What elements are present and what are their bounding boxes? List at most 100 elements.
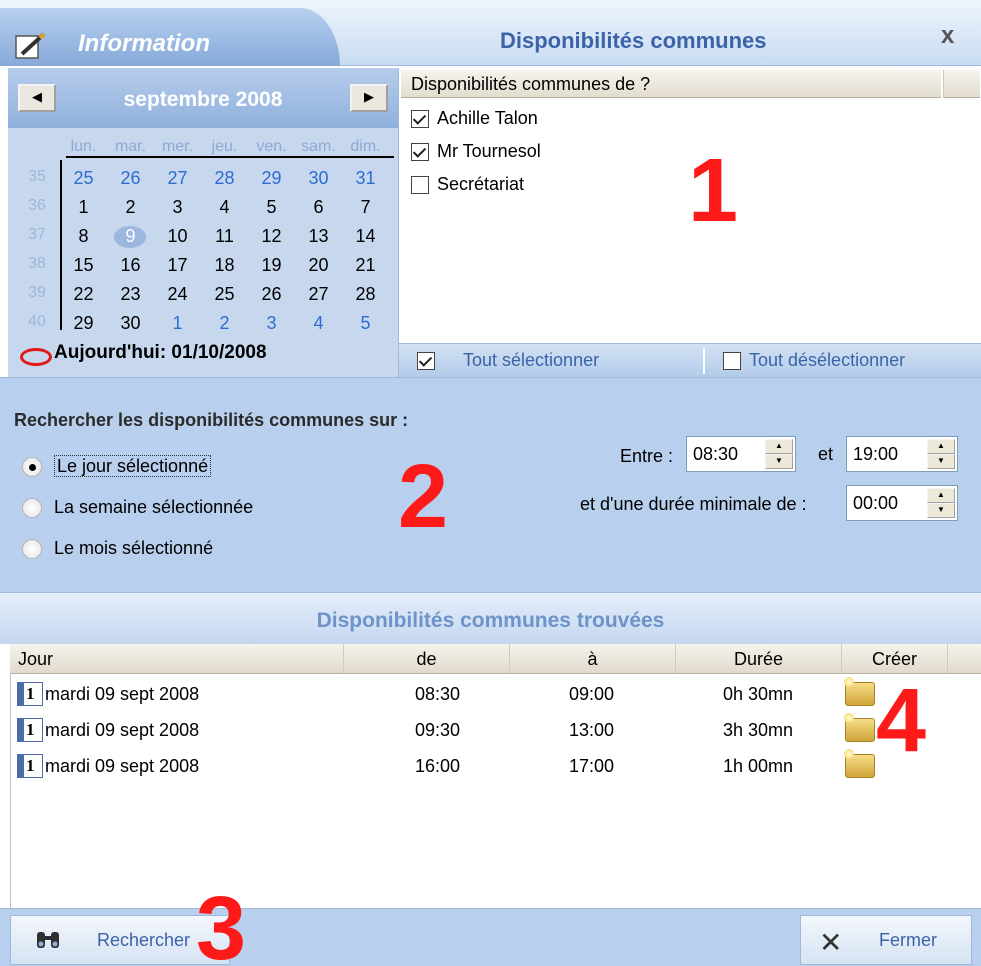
calendar-day[interactable]: 25	[207, 284, 242, 305]
binoculars-icon	[37, 932, 59, 948]
table-row[interactable]: 1 mardi 09 sept 2008 08:30 09:00 0h 30mn	[11, 677, 981, 714]
close-icon: ✕	[819, 927, 843, 958]
calendar-day[interactable]: 31	[348, 168, 383, 189]
calendar-day[interactable]: 16	[113, 255, 148, 276]
calendar-day[interactable]: 1	[66, 197, 101, 218]
calendar-day[interactable]: 5	[348, 313, 383, 334]
create-event-icon[interactable]	[844, 677, 875, 706]
calendar-day[interactable]: 15	[66, 255, 101, 276]
participant-checkbox[interactable]	[411, 176, 429, 195]
radio-week[interactable]: La semaine sélectionnée	[22, 497, 254, 519]
days-of-week-row: lun. mar. mer. jeu. ven. sam. dim.	[8, 138, 398, 168]
calendar-day[interactable]: 29	[254, 168, 289, 189]
column-header-duree[interactable]: Durée	[676, 644, 842, 674]
calendar-day[interactable]: 14	[348, 226, 383, 247]
calendar-day[interactable]: 28	[207, 168, 242, 189]
calendar-icon: 1	[17, 754, 43, 778]
window-title: Disponibilités communes	[500, 28, 767, 53]
spin-down-icon[interactable]: ▼	[765, 454, 793, 469]
calendar-day[interactable]: 27	[160, 168, 195, 189]
calendar-day[interactable]: 18	[207, 255, 242, 276]
calendar-day[interactable]: 21	[348, 255, 383, 276]
calendar-day[interactable]: 12	[254, 226, 289, 247]
participant-checkbox[interactable]	[411, 110, 429, 129]
calendar-day[interactable]: 7	[348, 197, 383, 218]
calendar-day[interactable]: 19	[254, 255, 289, 276]
calendar-day[interactable]: 30	[113, 313, 148, 334]
dow-label: mar.	[114, 138, 147, 155]
select-all-button[interactable]: Tout sélectionner	[417, 350, 599, 371]
participant-item[interactable]: Achille Talon	[411, 108, 538, 134]
calendar-day[interactable]: 11	[207, 226, 242, 247]
calendar-day[interactable]: 8	[66, 226, 101, 247]
calendar-day[interactable]: 4	[301, 313, 336, 334]
calendar-day[interactable]: 2	[113, 197, 148, 218]
participant-checkbox[interactable]	[411, 143, 429, 162]
calendar-day[interactable]: 26	[254, 284, 289, 305]
calendar-day[interactable]: 1	[160, 313, 195, 334]
today-row[interactable]: Aujourd'hui: 01/10/2008	[8, 340, 398, 370]
between-label: Entre :	[620, 446, 674, 466]
calendar-day[interactable]: 25	[66, 168, 101, 189]
radio-day[interactable]: Le jour sélectionné	[22, 455, 212, 478]
column-header-creer[interactable]: Créer	[842, 644, 948, 674]
column-header-de[interactable]: de	[344, 644, 510, 674]
prev-month-button[interactable]: ◀	[18, 84, 56, 112]
start-time-spinner[interactable]: 08:30 ▲ ▼	[686, 436, 796, 472]
participant-item[interactable]: Mr Tournesol	[411, 141, 541, 167]
annotation-number: 3	[196, 879, 247, 966]
calendar-day[interactable]: 2	[207, 313, 242, 334]
create-event-icon[interactable]	[844, 749, 875, 778]
calendar-day[interactable]: 29	[66, 313, 101, 334]
spin-up-icon[interactable]: ▲	[927, 439, 955, 454]
tab-information[interactable]: Information	[0, 8, 340, 66]
table-row[interactable]: 1 mardi 09 sept 2008 09:30 13:00 3h 30mn	[11, 713, 981, 750]
calendar-day[interactable]: 10	[160, 226, 195, 247]
calendar-day[interactable]: 22	[66, 284, 101, 305]
footer-divider	[703, 348, 705, 374]
min-duration-spinner[interactable]: 00:00 ▲ ▼	[846, 485, 958, 521]
radio-button[interactable]	[22, 457, 42, 478]
calendar-day[interactable]: 30	[301, 168, 336, 189]
search-button-label: Rechercher	[97, 930, 191, 950]
calendar-day[interactable]: 5	[254, 197, 289, 218]
today-ring-icon	[20, 348, 52, 366]
calendar-day[interactable]: 3	[254, 313, 289, 334]
radio-label: La semaine sélectionnée	[54, 497, 254, 517]
next-month-button[interactable]: ▶	[350, 84, 388, 112]
radio-button[interactable]	[22, 498, 42, 519]
column-header-label: de	[416, 649, 437, 669]
radio-button[interactable]	[22, 539, 42, 560]
calendar-day[interactable]: 27	[301, 284, 336, 305]
participant-label: Achille Talon	[437, 108, 538, 128]
calendar-day[interactable]: 17	[160, 255, 195, 276]
column-header-a[interactable]: à	[510, 644, 676, 674]
calendar-day[interactable]: 4	[207, 197, 242, 218]
calendar-day[interactable]: 28	[348, 284, 383, 305]
create-event-icon[interactable]	[844, 713, 875, 742]
close-icon[interactable]: x	[941, 22, 954, 50]
spin-up-icon[interactable]: ▲	[765, 439, 793, 454]
calendar-day[interactable]: 6	[301, 197, 336, 218]
column-header-jour[interactable]: Jour	[10, 644, 344, 674]
chevron-left-icon: ◀	[32, 89, 42, 104]
calendar-day[interactable]: 26	[113, 168, 148, 189]
calendar-day[interactable]: 24	[160, 284, 195, 305]
calendar-day[interactable]: 3	[160, 197, 195, 218]
deselect-all-button[interactable]: Tout désélectionner	[723, 350, 905, 371]
table-row[interactable]: 1 mardi 09 sept 2008 16:00 17:00 1h 00mn	[11, 749, 981, 786]
calendar-day[interactable]: 13	[301, 226, 336, 247]
column-header-label: Durée	[733, 649, 784, 669]
spin-up-icon[interactable]: ▲	[927, 488, 955, 503]
calendar-day[interactable]: 20	[301, 255, 336, 276]
radio-month[interactable]: Le mois sélectionné	[22, 538, 213, 560]
end-time-spinner[interactable]: 19:00 ▲ ▼	[846, 436, 958, 472]
close-button[interactable]: ✕ Fermer	[800, 915, 972, 965]
calendar-day-selected[interactable]: 9	[113, 226, 148, 247]
calendar-day[interactable]: 23	[113, 284, 148, 305]
spin-down-icon[interactable]: ▼	[927, 454, 955, 469]
spin-down-icon[interactable]: ▼	[927, 503, 955, 518]
participant-item[interactable]: Secrétariat	[411, 174, 524, 200]
radio-label: Le jour sélectionné	[54, 455, 212, 477]
dow-label: dim.	[350, 138, 381, 155]
